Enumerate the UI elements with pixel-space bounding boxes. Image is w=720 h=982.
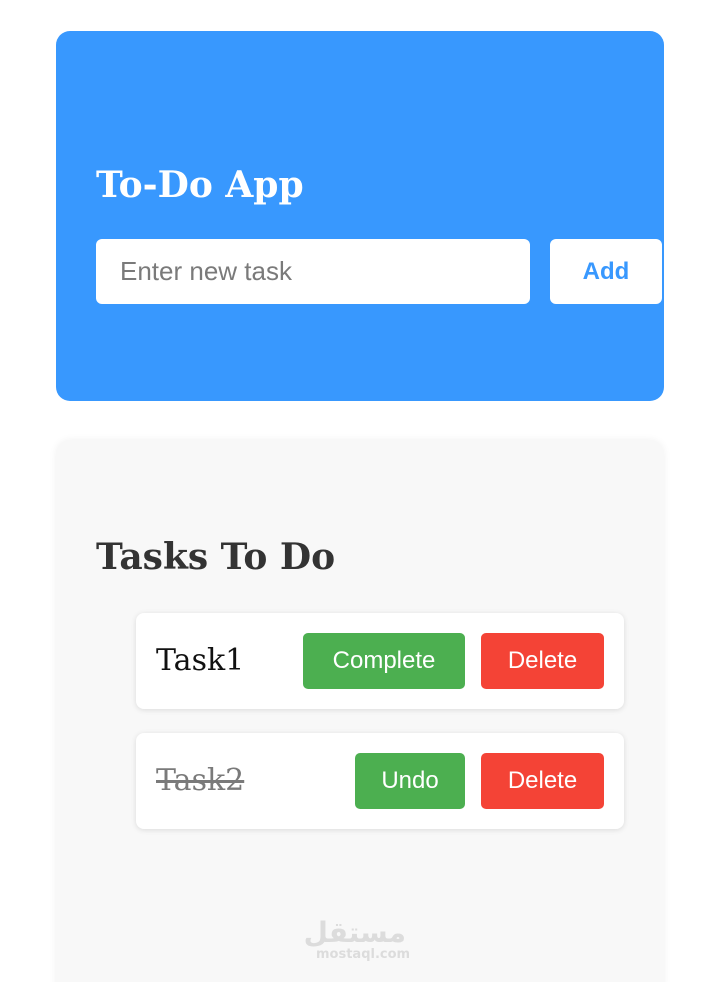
- task-item: Task1 Complete Delete: [136, 613, 624, 709]
- task-list-card: Tasks To Do Task1 Complete Delete Task2 …: [56, 440, 664, 982]
- task-list-title: Tasks To Do: [96, 536, 336, 578]
- app-title: To-Do App: [96, 164, 304, 206]
- watermark-latin: mostaql.com: [316, 947, 411, 962]
- task-item: Task2 Undo Delete: [136, 733, 624, 829]
- delete-task-button[interactable]: Delete: [481, 633, 604, 689]
- watermark-logo: مستقل mostaql.com: [303, 916, 411, 962]
- complete-task-button[interactable]: Complete: [303, 633, 465, 689]
- header-card: To-Do App Add: [56, 31, 664, 401]
- task-text-completed: Task2: [156, 763, 245, 798]
- task-text: Task1: [156, 643, 245, 678]
- new-task-input[interactable]: [96, 239, 530, 304]
- undo-task-button[interactable]: Undo: [355, 753, 465, 809]
- watermark-arabic: مستقل: [303, 916, 406, 949]
- add-task-button[interactable]: Add: [550, 239, 662, 304]
- delete-task-button[interactable]: Delete: [481, 753, 604, 809]
